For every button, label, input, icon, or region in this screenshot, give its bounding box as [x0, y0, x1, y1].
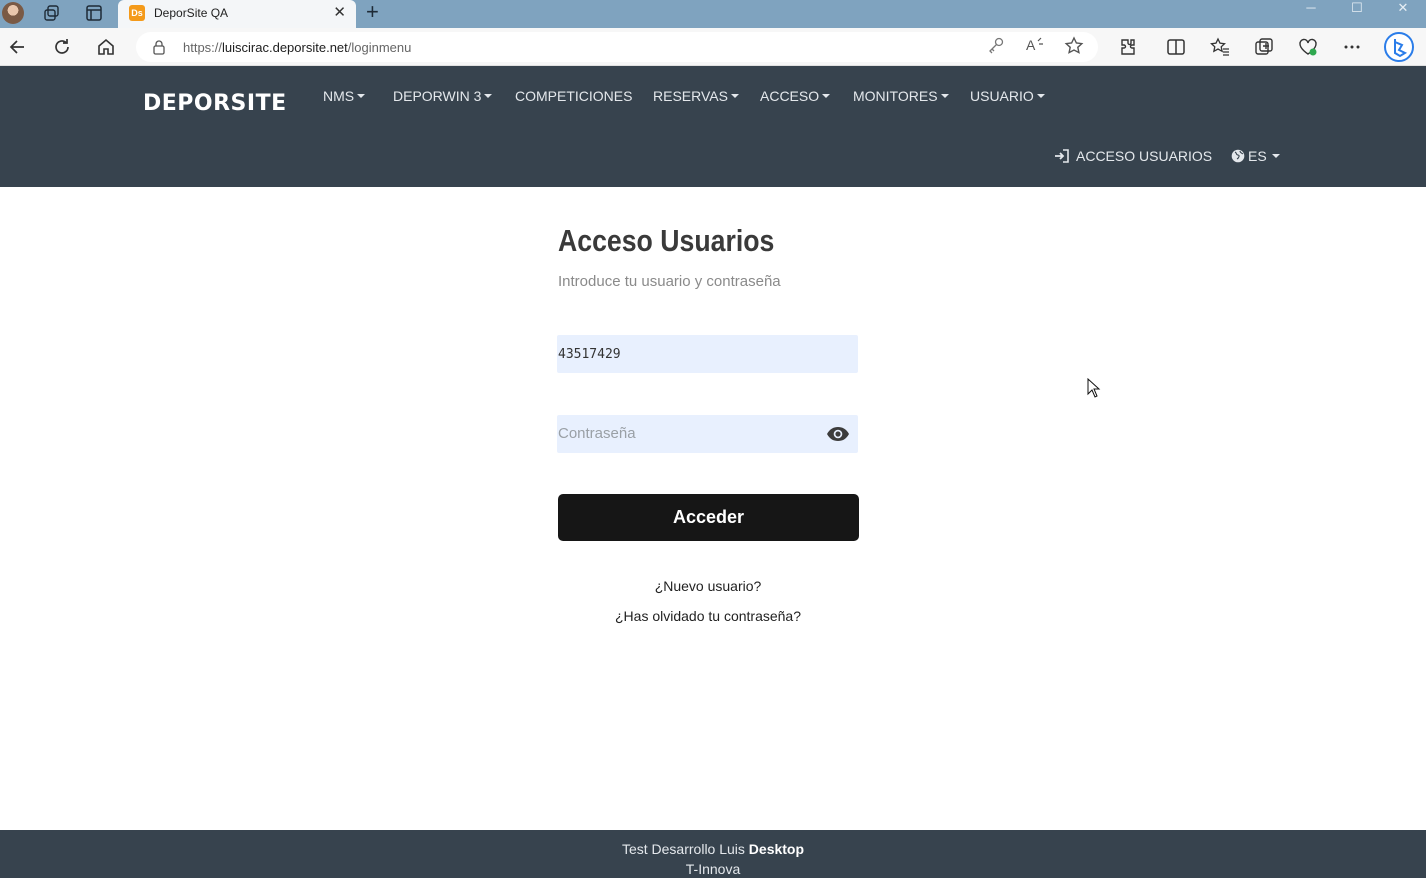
url-host: luiscirac.deporsite.net — [222, 40, 348, 55]
tab-strip: Ds DeporSite QA ✕ + ─ ☐ ✕ — [0, 0, 1426, 28]
caret-down-icon — [1271, 154, 1280, 159]
nav-login-label: ACCESO USUARIOS — [1076, 148, 1213, 164]
tab-title: DeporSite QA — [154, 6, 229, 20]
nav-item-label: NMS — [323, 88, 355, 104]
key-icon[interactable] — [986, 35, 1006, 55]
address-bar[interactable]: https://luiscirac.deporsite.net/loginmen… — [136, 32, 1098, 62]
nav-acceso-usuarios[interactable]: ACCESO USUARIOS — [1054, 148, 1212, 164]
browser-window: Ds DeporSite QA ✕ + ─ ☐ ✕ https://luisci… — [0, 0, 1426, 878]
site-footer: Test Desarrollo Luis Desktop T-Innova — [0, 830, 1426, 878]
nav-competiciones[interactable]: COMPETICIONES — [515, 88, 632, 104]
browser-essentials-icon[interactable] — [1297, 36, 1319, 58]
home-icon[interactable] — [95, 36, 117, 58]
nav-usuario[interactable]: USUARIO — [970, 88, 1045, 104]
login-submit-button[interactable]: Acceder — [558, 494, 859, 541]
nav-item-label: USUARIO — [970, 88, 1034, 104]
nav-item-label: ACCESO — [760, 88, 820, 104]
minimize-icon[interactable]: ─ — [1288, 0, 1334, 18]
language-selector[interactable]: ES — [1231, 148, 1280, 164]
close-tab-icon[interactable]: ✕ — [333, 4, 346, 22]
caret-down-icon — [484, 94, 493, 99]
url-text[interactable]: https://luiscirac.deporsite.net/loginmen… — [183, 40, 411, 55]
caret-down-icon — [357, 94, 366, 99]
new-tab-icon[interactable]: + — [366, 1, 379, 23]
favorite-star-icon[interactable] — [1063, 35, 1085, 57]
nav-item-label: MONITORES — [853, 88, 938, 104]
password-input[interactable] — [557, 415, 858, 453]
workspaces-icon[interactable] — [43, 4, 61, 22]
nav-monitores[interactable]: MONITORES — [853, 88, 949, 104]
nav-acceso[interactable]: ACCESO — [760, 88, 831, 104]
site-logo[interactable]: DEPORSITE — [143, 91, 287, 116]
nav-item-label: RESERVAS — [653, 88, 728, 104]
page-title: Acceso Usuarios — [558, 223, 775, 258]
username-input[interactable] — [557, 335, 858, 373]
new-user-link[interactable]: ¿Nuevo usuario? — [508, 578, 908, 594]
nav-nms[interactable]: NMS — [323, 88, 366, 104]
mouse-cursor-icon — [1087, 378, 1101, 398]
read-aloud-icon[interactable]: A — [1024, 35, 1046, 55]
nav-item-label: COMPETICIONES — [515, 88, 633, 104]
site-navbar: DEPORSITE NMS DEPORWIN 3 COMPETICIONES R… — [0, 66, 1426, 187]
more-options-icon[interactable] — [1341, 36, 1363, 58]
nav-deporwin3[interactable]: DEPORWIN 3 — [393, 88, 493, 104]
window-close-icon[interactable]: ✕ — [1380, 0, 1426, 18]
footer-env-text: Test Desarrollo Luis — [621, 841, 749, 857]
sign-in-icon — [1055, 149, 1069, 163]
url-prefix: https:// — [183, 40, 223, 55]
profile-avatar[interactable] — [2, 2, 24, 24]
caret-down-icon — [822, 94, 831, 99]
caret-down-icon — [730, 94, 739, 99]
collections-icon[interactable] — [1253, 36, 1275, 58]
maximize-icon[interactable]: ☐ — [1334, 0, 1380, 18]
nav-item-label: DEPORWIN 3 — [393, 88, 482, 104]
footer-device-text: Desktop — [748, 841, 805, 857]
nav-reservas[interactable]: RESERVAS — [653, 88, 739, 104]
split-screen-icon[interactable] — [1165, 36, 1187, 58]
caret-down-icon — [940, 94, 949, 99]
show-password-eye-icon[interactable] — [826, 426, 850, 442]
address-toolbar: https://luiscirac.deporsite.net/loginmen… — [0, 28, 1426, 66]
refresh-icon[interactable] — [51, 36, 73, 58]
caret-down-icon — [1036, 94, 1045, 99]
forgot-password-link[interactable]: ¿Has olvidado tu contraseña? — [508, 608, 908, 624]
language-label: ES — [1248, 148, 1267, 164]
svg-text:A: A — [1026, 37, 1036, 53]
globe-icon — [1231, 149, 1245, 163]
favorites-icon[interactable] — [1209, 36, 1231, 58]
bing-copilot-icon[interactable] — [1383, 31, 1415, 63]
deporsite-favicon-icon: Ds — [129, 5, 145, 21]
url-path: /loginmenu — [347, 40, 412, 55]
lock-icon[interactable] — [152, 39, 166, 55]
extensions-icon[interactable] — [1117, 36, 1139, 58]
footer-line-1: Test Desarrollo Luis Desktop — [0, 841, 1426, 857]
footer-company: T-Innova — [685, 861, 741, 877]
tab-actions-icon[interactable] — [85, 4, 103, 22]
back-icon[interactable] — [7, 36, 29, 58]
page-subtitle: Introduce tu usuario y contraseña — [558, 273, 781, 290]
tab-deporsite[interactable]: Ds DeporSite QA ✕ — [118, 0, 356, 28]
